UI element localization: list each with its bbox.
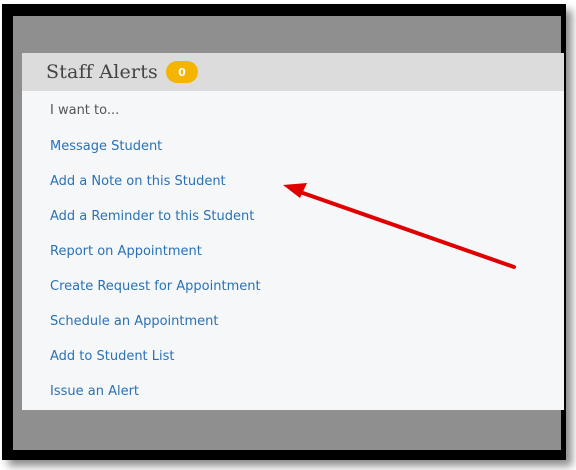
action-item-create-request: Create Request for Appointment	[50, 268, 564, 303]
create-request-link[interactable]: Create Request for Appointment	[50, 279, 261, 294]
panel-body: I want to... Message Student Add a Note …	[22, 93, 564, 408]
add-reminder-link[interactable]: Add a Reminder to this Student	[50, 209, 254, 224]
action-item-add-reminder: Add a Reminder to this Student	[50, 198, 564, 233]
action-item-message-student: Message Student	[50, 128, 564, 163]
add-to-student-list-link[interactable]: Add to Student List	[50, 349, 175, 364]
action-item-report-appointment: Report on Appointment	[50, 233, 564, 268]
action-item-add-note: Add a Note on this Student	[50, 163, 564, 198]
staff-alerts-panel: Staff Alerts 0 I want to... Message Stud…	[22, 53, 564, 410]
message-student-link[interactable]: Message Student	[50, 139, 162, 154]
alert-count-badge: 0	[166, 61, 198, 83]
add-note-link[interactable]: Add a Note on this Student	[50, 174, 226, 189]
schedule-appointment-link[interactable]: Schedule an Appointment	[50, 314, 219, 329]
action-prompt: I want to...	[50, 103, 120, 118]
action-item-issue-alert: Issue an Alert	[50, 373, 564, 408]
action-item-add-to-list: Add to Student List	[50, 338, 564, 373]
panel-title: Staff Alerts	[46, 61, 158, 83]
screenshot-stage: Staff Alerts 0 I want to... Message Stud…	[0, 0, 576, 470]
report-on-appointment-link[interactable]: Report on Appointment	[50, 244, 202, 259]
issue-alert-link[interactable]: Issue an Alert	[50, 384, 139, 399]
action-list: Message Student Add a Note on this Stude…	[50, 128, 564, 408]
panel-header: Staff Alerts 0	[22, 53, 564, 91]
action-item-schedule-appointment: Schedule an Appointment	[50, 303, 564, 338]
